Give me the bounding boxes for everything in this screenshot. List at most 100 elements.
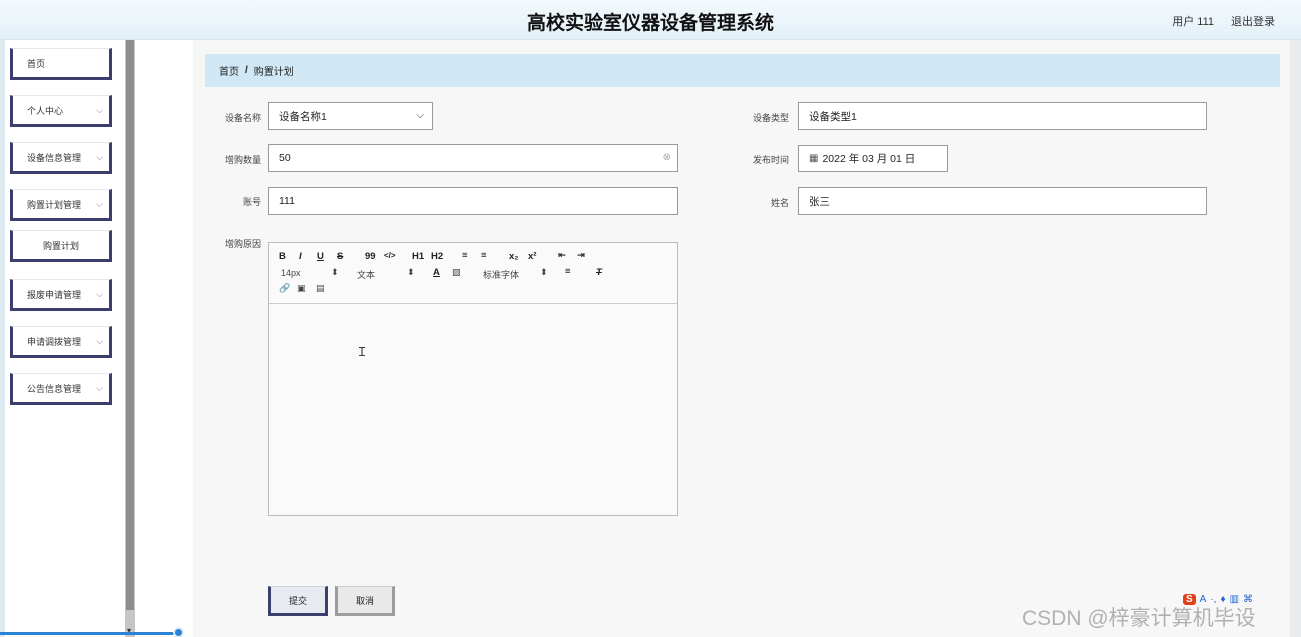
chevron-down-icon: ⌵ [96,199,103,209]
name-field[interactable]: 张三 [798,187,1207,215]
indent-button[interactable]: ⇥ [577,250,585,261]
ime-font-icon: A [1199,594,1207,605]
publish-time-label: 发布时间 [752,155,789,165]
subscript-button[interactable]: x₂ [509,251,519,262]
chevron-down-icon: ⌵ [96,383,103,393]
account-field[interactable]: 111 [268,187,678,215]
right-edge [1290,40,1301,637]
sogou-icon: S [1183,594,1196,605]
header-select[interactable]: 文本 [357,268,375,281]
chevron-down-icon: ⌵ [416,110,424,121]
sidebar-item-personal-center[interactable]: 个人中心 ⌵ [10,95,112,127]
device-type-field[interactable]: 设备类型1 [798,102,1207,130]
sidebar-gap [135,40,193,637]
editor-toolbar: B I U S 99 </> H1 H2 ≡ ≡ x₂ x² ⇤ ⇥ 14px … [269,243,677,304]
rich-text-editor[interactable]: B I U S 99 </> H1 H2 ≡ ≡ x₂ x² ⇤ ⇥ 14px … [268,242,678,516]
device-type-label: 设备类型 [752,113,789,123]
video-icon[interactable]: ▤ [316,283,325,294]
logout-link[interactable]: 退出登录 [1231,13,1275,29]
calendar-icon: ▦ [809,153,819,164]
clear-format-icon[interactable]: T [596,267,602,278]
breadcrumb-separator: / [245,65,248,76]
chevron-down-icon: ⌵ [96,289,103,299]
scrollbar-thumb[interactable] [126,40,134,610]
superscript-button[interactable]: x² [528,251,536,262]
select-arrows-icon: ⬍ [331,267,339,277]
sidebar-scrollbar[interactable]: ▾ [125,40,135,637]
purchase-qty-value: 50 [279,152,291,164]
chevron-down-icon: ⌵ [96,336,103,346]
sidebar: 首页 个人中心 ⌵ 设备信息管理 ⌵ 购置计划管理 ⌵ 购置计划 报废申请管理 … [5,40,125,637]
font-size-select[interactable]: 14px [281,268,301,278]
sidebar-item-scrap-application[interactable]: 报废申请管理 ⌵ [10,279,112,311]
device-type-value: 设备类型1 [809,110,857,123]
image-icon[interactable]: ▣ [297,283,306,294]
cancel-button[interactable]: 取消 [335,586,395,616]
account-label: 账号 [242,197,261,207]
h1-button[interactable]: H1 [412,251,424,262]
select-arrows-icon: ⬍ [540,267,548,277]
purchase-qty-label: 增购数量 [224,155,261,165]
watermark: CSDN @梓豪计算机毕设 [1022,607,1256,630]
purchase-qty-input[interactable]: 50 ⊗ [268,144,678,172]
ime-punct-icon: ·, [1210,594,1217,605]
content-gutter [193,40,205,637]
app-title: 高校实验室仪器设备管理系统 [526,12,774,34]
blockquote-button[interactable]: 99 [365,251,376,262]
name-label: 姓名 [770,198,789,208]
breadcrumb-home[interactable]: 首页 [219,63,239,78]
select-arrows-icon: ⬍ [407,267,415,277]
breadcrumb: 首页 / 购置计划 [205,54,1280,87]
underline-button[interactable]: U [317,251,324,262]
main-content: 首页 / 购置计划 设备名称 设备名称1 ⌵ 设备类型 设备类型1 增购数量 5… [205,40,1298,637]
account-value: 111 [279,195,295,207]
sidebar-item-announcement[interactable]: 公告信息管理 ⌵ [10,373,112,405]
outdent-button[interactable]: ⇤ [558,250,566,261]
font-color-icon[interactable]: A [433,267,440,278]
bold-button[interactable]: B [279,251,286,262]
align-icon[interactable]: ≡ [565,266,571,277]
background-color-icon[interactable]: ▧ [452,267,461,278]
sidebar-item-label: 公告信息管理 [27,383,82,394]
user-label: 用户 111 [1172,16,1214,28]
sidebar-item-home[interactable]: 首页 [10,48,112,80]
code-button[interactable]: </> [384,251,396,260]
progress-handle[interactable] [173,627,184,637]
device-name-value: 设备名称1 [279,110,327,123]
ordered-list-button[interactable]: ≡ [462,250,468,261]
font-family-select[interactable]: 标准字体 [483,268,519,281]
microphone-icon: ♦ [1220,594,1226,605]
link-icon[interactable]: 🔗 [279,283,290,294]
text-cursor-icon: Ｉ [356,345,369,359]
ime-toolbar[interactable]: S A ·, ♦ ▥ ⌘ [1183,594,1253,605]
keyboard-icon: ▥ [1229,594,1240,605]
sidebar-item-label: 个人中心 [27,105,64,116]
grid-icon: ⌘ [1243,594,1254,605]
bullet-list-button[interactable]: ≡ [481,250,487,261]
sidebar-item-label: 购置计划管理 [27,199,82,210]
sidebar-item-transfer-application[interactable]: 申请调拨管理 ⌵ [10,326,112,358]
sidebar-item-label: 设备信息管理 [27,152,82,163]
progress-line [0,632,180,635]
device-name-label: 设备名称 [224,113,261,123]
strike-button[interactable]: S [337,251,343,262]
reason-label: 增购原因 [224,239,261,249]
name-value: 张三 [809,195,830,208]
sidebar-item-device-info[interactable]: 设备信息管理 ⌵ [10,142,112,174]
h2-button[interactable]: H2 [431,251,443,262]
chevron-down-icon: ⌵ [96,152,103,162]
sidebar-item-purchase-plan-mgmt[interactable]: 购置计划管理 ⌵ [10,189,112,221]
breadcrumb-current: 购置计划 [253,67,294,78]
publish-time-datepicker[interactable]: ▦ 2022 年 03 月 01 日 [798,145,948,172]
device-name-select[interactable]: 设备名称1 ⌵ [268,102,433,130]
clear-icon[interactable]: ⊗ [663,152,671,163]
sidebar-item-label: 首页 [27,58,46,69]
publish-time-value: 2022 年 03 月 01 日 [822,153,916,165]
italic-button[interactable]: I [299,251,302,262]
sidebar-item-label: 申请调拨管理 [27,336,82,347]
submit-button[interactable]: 提交 [268,586,328,616]
top-header: 高校实验室仪器设备管理系统 用户 111 退出登录 [0,0,1301,40]
sidebar-item-label: 购置计划 [42,240,79,251]
sidebar-item-label: 报废申请管理 [27,289,82,300]
sidebar-subitem-purchase-plan[interactable]: 购置计划 [10,230,112,262]
